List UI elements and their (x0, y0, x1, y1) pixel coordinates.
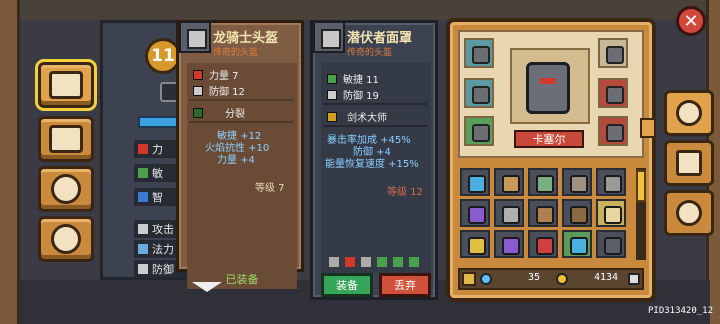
inventory-slot[interactable] (460, 168, 490, 196)
strength-icon (193, 69, 203, 80)
item-skill: 剑术大师 (327, 109, 387, 124)
skill-icon (193, 107, 203, 118)
gold-count: 4134 (594, 272, 619, 283)
amulet-slot[interactable] (464, 78, 494, 108)
menu-icon[interactable] (628, 273, 640, 285)
plus-icon (393, 257, 403, 267)
nav-codex-button[interactable] (35, 59, 97, 111)
gold-icon (556, 273, 568, 285)
armor-slot[interactable] (598, 78, 628, 108)
inventory-slot[interactable] (562, 168, 592, 196)
compared-item-card: 潜伏者面罩 传奇的头盔 敏捷 11 防御 19 剑术大师 暴击率加成 +45% … (310, 20, 438, 300)
inventory-slot[interactable] (596, 199, 626, 227)
item-title: 潜伏者面罩 (347, 31, 413, 46)
equip-button[interactable]: 装备 (321, 273, 373, 297)
divider (323, 103, 427, 105)
bonus-line: 力量 +4 (217, 155, 255, 166)
inventory-slot[interactable] (596, 168, 626, 196)
weapon-slot[interactable] (598, 116, 628, 146)
side-tab-button[interactable] (640, 118, 656, 138)
arrow-up-icon (377, 257, 387, 267)
character-name: 卡塞尔 (514, 130, 584, 148)
item-title: 龙骑士头盔 (213, 31, 279, 46)
item-stat-line: 敏捷 11 (327, 71, 379, 86)
inventory-slot[interactable] (528, 230, 558, 258)
item-rarity: 传奇的头盔 (213, 48, 259, 58)
gem-count: 35 (528, 272, 541, 283)
discard-button[interactable]: 丢弃 (379, 273, 431, 297)
divider (189, 121, 293, 123)
inventory-slot[interactable] (494, 199, 524, 227)
item-rarity: 传奇的头盔 (347, 48, 393, 58)
item-level: 等级 7 (255, 183, 285, 194)
boots-slot[interactable] (464, 116, 494, 146)
heart-down-icon (345, 257, 355, 267)
intellect-icon (138, 192, 148, 202)
nav-pets-button[interactable] (38, 116, 94, 162)
tab-equipment[interactable] (664, 90, 714, 136)
ring-slot[interactable] (464, 38, 494, 68)
lock-icon[interactable] (462, 272, 476, 286)
shield-icon (138, 264, 148, 274)
film-reel-icon (51, 174, 81, 204)
stat-compare-icons (329, 257, 419, 267)
item-skill: 分裂 (193, 105, 245, 120)
agility-icon (327, 73, 337, 84)
pet-icon (49, 125, 83, 153)
strength-icon (138, 144, 148, 154)
gear-icon (676, 200, 702, 226)
nav-film-button[interactable] (38, 166, 94, 212)
helmet-icon (179, 21, 211, 53)
agility-icon (138, 168, 148, 178)
item-stat-line: 防御 12 (193, 83, 245, 98)
wheel-icon (51, 224, 81, 254)
arrow-up-icon (409, 257, 419, 267)
skill-icon (327, 111, 337, 122)
crossed-swords-icon (676, 150, 702, 176)
knight-avatar (526, 62, 570, 114)
mask-icon (313, 21, 345, 53)
item-level: 等级 12 (387, 187, 423, 198)
book-icon (49, 71, 83, 99)
left-wall (0, 0, 20, 324)
inventory-slot[interactable] (562, 230, 592, 258)
shield-icon (327, 89, 337, 100)
inventory-scroll-thumb[interactable] (636, 170, 646, 202)
helmet-slot[interactable] (598, 38, 628, 68)
inventory-slot[interactable] (494, 230, 524, 258)
inventory-slot[interactable] (528, 168, 558, 196)
close-button[interactable]: ✕ (676, 6, 706, 36)
wand-icon (138, 244, 148, 254)
player-id: PID313420_12 (648, 306, 714, 316)
inventory-slot[interactable] (528, 199, 558, 227)
visor-icon (540, 78, 556, 84)
gem-icon (480, 273, 492, 285)
shield-icon (193, 85, 203, 96)
inventory-slot[interactable] (460, 230, 490, 258)
shield-icon (361, 257, 371, 267)
helmet-icon (676, 100, 702, 126)
bonus-line: 能量恢复速度 +15% (325, 159, 419, 170)
inventory-slot[interactable] (494, 168, 524, 196)
scroll-down-arrow-icon[interactable] (192, 282, 222, 294)
inventory-slot[interactable] (562, 199, 592, 227)
sword-icon (329, 257, 339, 267)
item-stat-line: 防御 19 (327, 87, 379, 102)
tab-skills[interactable] (664, 140, 714, 186)
sword-icon (138, 224, 148, 234)
tab-settings[interactable] (664, 190, 714, 236)
item-stat-line: 力量 7 (193, 67, 239, 82)
divider (323, 125, 427, 127)
inventory-slot[interactable] (460, 199, 490, 227)
equipped-item-card: 龙骑士头盔 传奇的头盔 力量 7 防御 12 分裂 敏捷 +12 火焰抗性 +1… (176, 20, 304, 289)
divider (189, 99, 293, 101)
inventory-slot[interactable] (596, 230, 626, 258)
nav-wheel-button[interactable] (38, 216, 94, 262)
top-frame (0, 0, 720, 20)
